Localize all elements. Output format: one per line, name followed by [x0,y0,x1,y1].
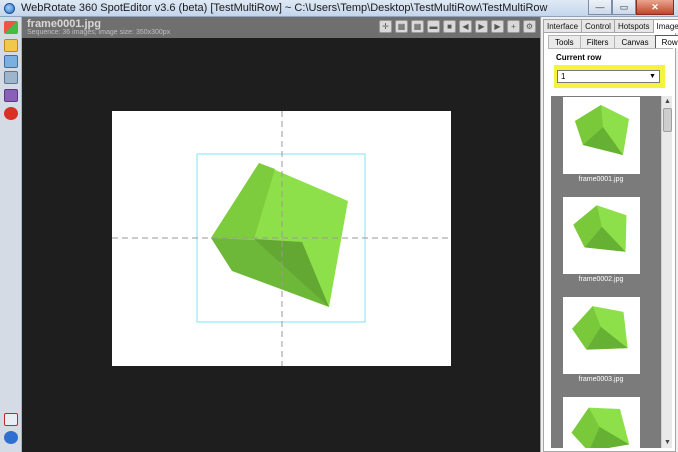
scroll-down-icon[interactable]: ▼ [663,438,672,447]
thumbnail[interactable] [563,397,640,448]
thumbnail[interactable] [563,97,640,174]
tab-images[interactable]: Images [652,19,678,33]
chevron-down-icon: ▼ [649,73,656,80]
sequence-info: Sequence: 36 images; image size: 350x300… [27,29,171,36]
viewer-area: frame0001.jpg Sequence: 36 images; image… [22,17,540,452]
tab-control[interactable]: Control [581,19,615,32]
images-tab-content: ToolsFiltersCanvasRows Current row 1 ▼ f… [543,32,678,452]
prev-icon[interactable]: ◀ [459,20,472,33]
image-canvas[interactable] [112,111,451,366]
app-icon [4,2,15,14]
title-bar: WebRotate 360 SpotEditor v3.6 (beta) [Te… [0,0,678,17]
import-icon[interactable] [4,55,18,68]
thumbnail-caption: frame0002.jpg [578,276,624,283]
close-icon: ✕ [651,1,659,12]
window-title: WebRotate 360 SpotEditor v3.6 (beta) [Te… [21,2,548,14]
thumbnail[interactable] [563,197,640,274]
publish-icon[interactable] [4,71,18,84]
maximize-button[interactable]: ▭ [612,0,636,15]
left-toolbar [0,17,22,452]
thumbnail-caption: frame0003.jpg [578,376,624,383]
next-icon[interactable]: ▶ [491,20,504,33]
play-icon[interactable]: ▶ [475,20,488,33]
current-row-label: Current row [556,53,602,62]
fit-icon[interactable]: ✛ [379,20,392,33]
scroll-thumb[interactable] [663,108,672,132]
tab-hotspots[interactable]: Hotspots [613,19,654,32]
pdf-icon[interactable] [4,413,18,426]
scroll-up-icon[interactable]: ▲ [663,97,672,106]
subtab-canvas[interactable]: Canvas [614,35,656,48]
rows-tab-content: Current row 1 ▼ frame0001.jpg frame0002.… [548,48,673,448]
minus-icon[interactable]: ▬ [427,20,440,33]
help-icon[interactable] [4,431,18,444]
settings-icon[interactable]: ⚙ [523,20,536,33]
current-row-select[interactable]: 1 ▼ [557,70,660,83]
open-folder-icon[interactable] [4,39,18,52]
grid-icon[interactable]: ▦ [411,20,424,33]
maximize-icon: ▭ [619,1,629,12]
stop-icon[interactable]: ■ [443,20,456,33]
subtab-rows[interactable]: Rows [654,35,678,48]
cube-image [112,111,451,366]
close-button[interactable]: ✕ [636,0,674,15]
current-row-highlight: 1 ▼ [554,65,665,88]
tab-interface[interactable]: Interface [543,19,583,32]
save-icon[interactable] [4,89,18,102]
plus-icon[interactable]: + [507,20,520,33]
subtab-tools[interactable]: Tools [548,35,581,48]
properties-panel: InterfaceControlHotspotsImages ToolsFilt… [540,17,678,452]
viewer-header: frame0001.jpg Sequence: 36 images; image… [22,17,540,38]
thumbnail[interactable] [563,297,640,374]
subtab-filters[interactable]: Filters [579,35,616,48]
current-row-value: 1 [561,72,566,81]
delete-icon[interactable] [4,107,18,120]
grid-icon[interactable]: ▦ [395,20,408,33]
thumbnail-caption: frame0001.jpg [578,176,624,183]
minimize-button[interactable]: — [588,0,612,15]
minimize-icon: — [595,2,605,12]
project-icon[interactable] [4,21,18,34]
thumbnail-list[interactable]: frame0001.jpg frame0002.jpg frame0003.jp… [551,96,661,448]
thumbnail-scrollbar[interactable]: ▲ ▼ [661,96,672,448]
